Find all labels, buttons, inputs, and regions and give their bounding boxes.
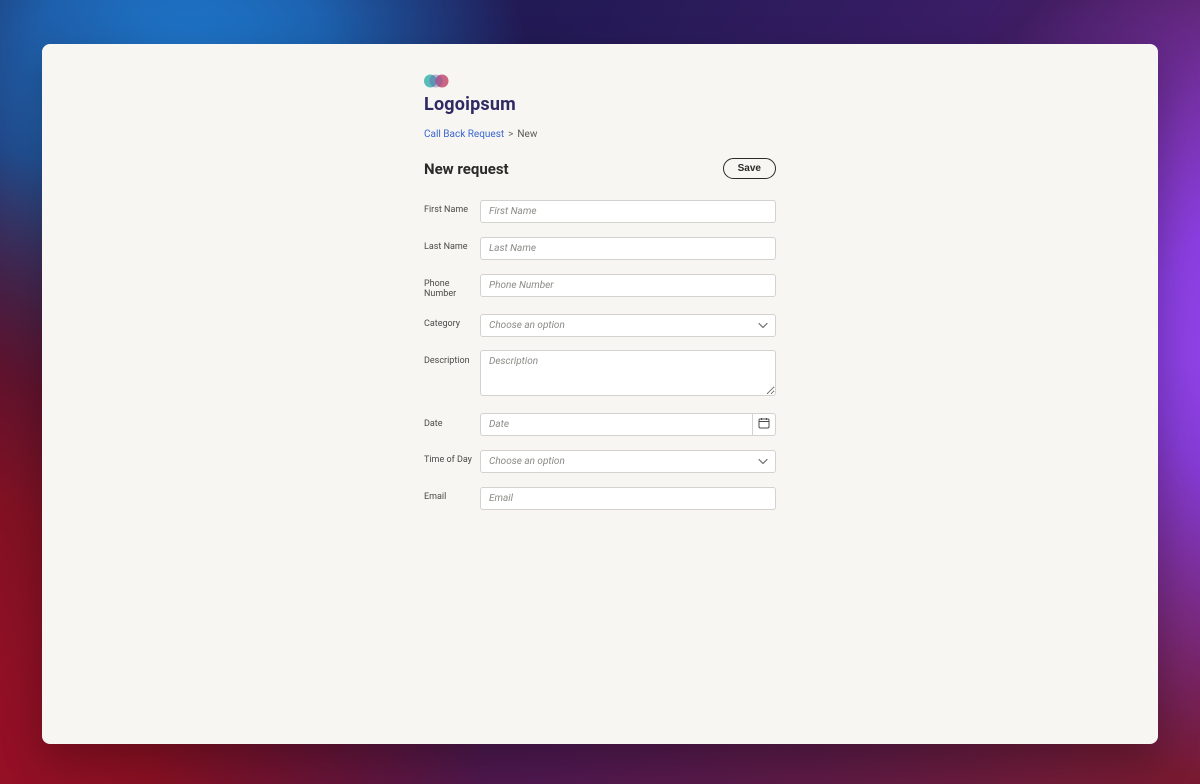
category-label: Category (424, 313, 480, 329)
date-picker-button[interactable] (752, 413, 776, 436)
last-name-input[interactable] (480, 237, 776, 260)
last-name-label: Last Name (424, 236, 480, 252)
phone-number-label: Phone Number (424, 273, 480, 300)
brand-logo-text: Logoipsum (424, 94, 776, 115)
category-select[interactable]: Choose an option (480, 314, 776, 337)
description-textarea[interactable] (480, 350, 776, 396)
first-name-label: First Name (424, 199, 480, 215)
time-of-day-label: Time of Day (424, 449, 480, 465)
phone-number-input[interactable] (480, 274, 776, 297)
email-input[interactable] (480, 487, 776, 510)
breadcrumb-separator: > (508, 129, 513, 140)
breadcrumb: Call Back Request > New (424, 129, 776, 140)
calendar-icon (758, 417, 770, 432)
brand-logo-mark (424, 72, 776, 90)
description-label: Description (424, 350, 480, 366)
first-name-input[interactable] (480, 200, 776, 223)
breadcrumb-parent-link[interactable]: Call Back Request (424, 129, 504, 140)
date-input[interactable] (480, 413, 752, 436)
save-button[interactable]: Save (723, 158, 776, 179)
time-of-day-select[interactable]: Choose an option (480, 450, 776, 473)
app-window: Logoipsum Call Back Request > New New re… (42, 44, 1158, 744)
page-title: New request (424, 160, 509, 178)
email-label: Email (424, 486, 480, 502)
breadcrumb-current: New (517, 129, 537, 140)
date-label: Date (424, 413, 480, 429)
brand-logo: Logoipsum (424, 72, 776, 115)
